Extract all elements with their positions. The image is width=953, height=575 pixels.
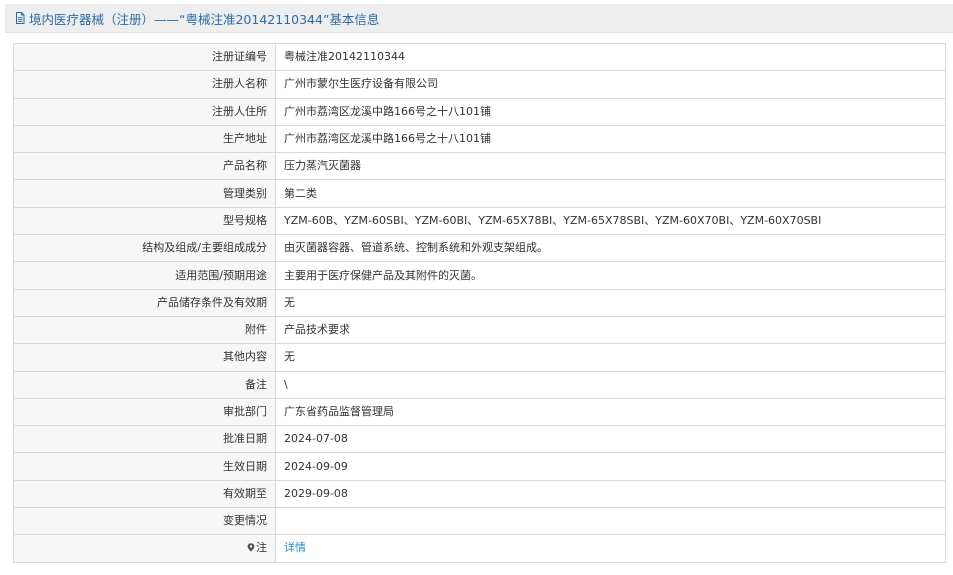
table-row: 其他内容无 bbox=[13, 343, 946, 372]
table-row: 适用范围/预期用途 主要用于医疗保健产品及其附件的灭菌。 bbox=[13, 261, 946, 290]
row-value: 广州市荔湾区龙溪中路166号之十八101铺 bbox=[275, 124, 946, 154]
row-label: 批准日期 bbox=[13, 425, 276, 454]
table-row: 批准日期 2024-07-08 bbox=[13, 425, 946, 454]
row-label: 有效期至 bbox=[13, 479, 276, 509]
row-label: 备注 bbox=[13, 370, 276, 399]
row-label: 生效日期 bbox=[13, 452, 276, 481]
table-row: 变更情况 bbox=[13, 507, 946, 536]
row-label: 附件 bbox=[13, 315, 276, 345]
row-value: YZM-60B、YZM-60SBⅠ、YZM-60BⅠ、YZM-65X78BⅠ、Y… bbox=[275, 206, 946, 236]
row-value: 第二类 bbox=[275, 179, 946, 208]
row-value: 2024-07-08 bbox=[275, 425, 946, 454]
document-icon bbox=[14, 12, 26, 24]
note-label: 注 bbox=[256, 541, 267, 555]
table-row: 生效日期 2024-09-09 bbox=[13, 452, 946, 481]
row-value: 主要用于医疗保健产品及其附件的灭菌。 bbox=[275, 261, 946, 290]
row-value: 广州市蒙尔生医疗设备有限公司 bbox=[275, 70, 946, 99]
row-label: 结构及组成/主要组成成分 bbox=[13, 234, 276, 263]
details-link[interactable]: 详情 bbox=[284, 541, 306, 554]
row-label: 产品储存条件及有效期 bbox=[13, 288, 276, 317]
table-row: 注册人住所 广州市荔湾区龙溪中路166号之十八101铺 bbox=[13, 97, 946, 126]
table-row: 注册证编号 粤械注准20142110344 bbox=[13, 42, 946, 72]
row-label: 生产地址 bbox=[13, 124, 276, 154]
row-value: \ bbox=[275, 370, 946, 399]
row-value bbox=[275, 507, 946, 536]
row-label: 审批部门 bbox=[13, 397, 276, 427]
table-row: 有效期至 2029-09-08 bbox=[13, 479, 946, 509]
location-pin-icon bbox=[247, 536, 255, 553]
row-value: 无 bbox=[275, 343, 946, 372]
row-label: 型号规格 bbox=[13, 206, 276, 236]
row-label: 注册人住所 bbox=[13, 97, 276, 126]
row-label: 注册证编号 bbox=[13, 42, 276, 72]
table-row: 型号规格 YZM-60B、YZM-60SBⅠ、YZM-60BⅠ、YZM-65X78… bbox=[13, 206, 946, 236]
table-row: 产品储存条件及有效期无 bbox=[13, 288, 946, 317]
row-value: 广东省药品监督管理局 bbox=[275, 397, 946, 427]
row-label: 变更情况 bbox=[13, 507, 276, 536]
row-label: 产品名称 bbox=[13, 152, 276, 181]
table-row: 产品名称 压力蒸汽灭菌器 bbox=[13, 152, 946, 181]
table-row: 注册人名称 广州市蒙尔生医疗设备有限公司 bbox=[13, 70, 946, 99]
table-row: 生产地址 广州市荔湾区龙溪中路166号之十八101铺 bbox=[13, 124, 946, 154]
row-value: 压力蒸汽灭菌器 bbox=[275, 152, 946, 181]
table-row: 结构及组成/主要组成成分 由灭菌器容器、管道系统、控制系统和外观支架组成。 bbox=[13, 234, 946, 263]
row-label-note: 注 bbox=[13, 534, 276, 563]
page: 境内医疗器械（注册）——“粤械注准20142110344”基本信息 注册证编号粤… bbox=[0, 0, 953, 575]
table-row: 管理类别 第二类 bbox=[13, 179, 946, 208]
info-table: 注册证编号 粤械注准20142110344 注册人名称 广州市蒙尔生医疗设备有限公司注… bbox=[13, 42, 946, 563]
row-value: 无 bbox=[275, 288, 946, 317]
row-value: 由灭菌器容器、管道系统、控制系统和外观支架组成。 bbox=[275, 234, 946, 263]
section-header: 境内医疗器械（注册）——“粤械注准20142110344”基本信息 bbox=[5, 4, 953, 33]
row-label: 注册人名称 bbox=[13, 70, 276, 99]
page-title: 境内医疗器械（注册）——“粤械注准20142110344”基本信息 bbox=[29, 11, 380, 27]
table-row: 附件 产品技术要求 bbox=[13, 315, 946, 345]
row-value: 广州市荔湾区龙溪中路166号之十八101铺 bbox=[275, 97, 946, 126]
row-value: 2029-09-08 bbox=[275, 479, 946, 509]
table-row: 审批部门 广东省药品监督管理局 bbox=[13, 397, 946, 427]
row-value: 粤械注准20142110344 bbox=[275, 42, 946, 72]
table-row-note: 注 详情 bbox=[13, 534, 946, 563]
row-value: 产品技术要求 bbox=[275, 315, 946, 345]
row-value-note: 详情 bbox=[275, 534, 946, 563]
row-label: 其他内容 bbox=[13, 343, 276, 372]
row-value: 2024-09-09 bbox=[275, 452, 946, 481]
row-label: 适用范围/预期用途 bbox=[13, 261, 276, 290]
table-row: 备注 \ bbox=[13, 370, 946, 399]
row-label: 管理类别 bbox=[13, 179, 276, 208]
